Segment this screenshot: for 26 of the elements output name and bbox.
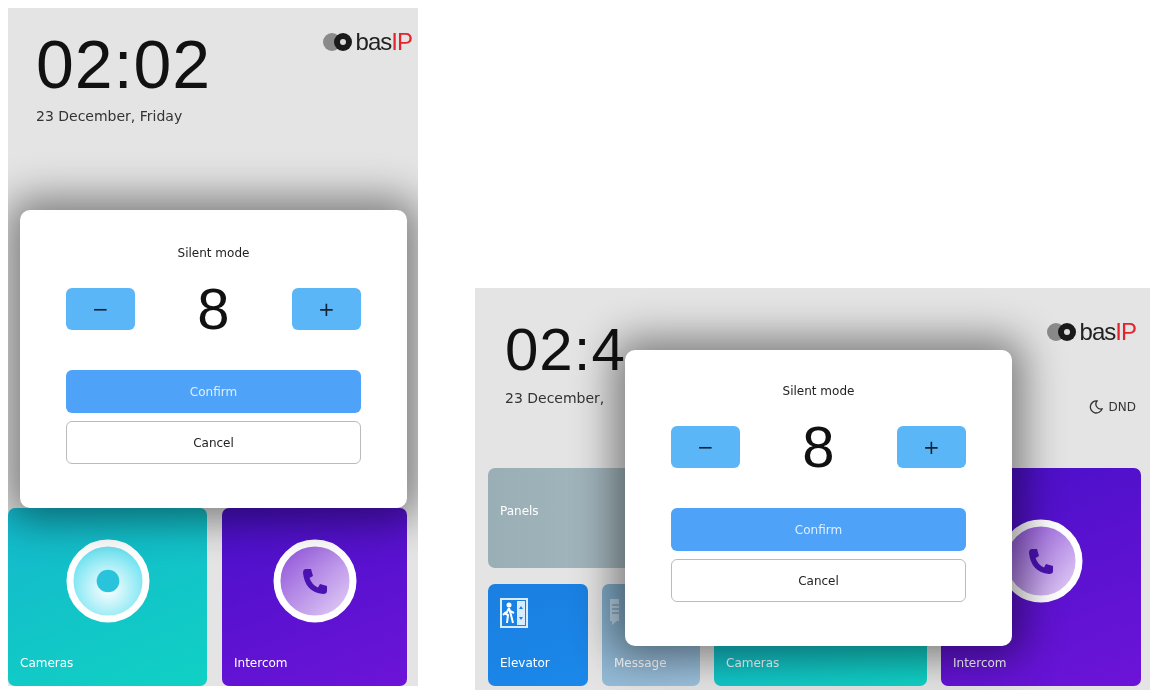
clock-time: 02:02 (36, 30, 212, 98)
logo: basIP (1045, 320, 1136, 344)
logo-icon (321, 32, 354, 52)
increase-button[interactable]: + (292, 288, 361, 330)
logo: basIP (321, 30, 412, 54)
elevator-icon (500, 598, 528, 628)
step-value: 8 (802, 418, 835, 476)
increase-button[interactable]: + (897, 426, 966, 468)
dnd-button[interactable]: DND (1088, 398, 1136, 416)
decrease-button[interactable]: − (671, 426, 740, 468)
dialog-title: Silent mode (782, 383, 855, 400)
cancel-button[interactable]: Cancel (671, 559, 966, 602)
moon-icon (1088, 400, 1103, 414)
message-icon (610, 598, 619, 626)
app-tile[interactable]: Intercom (222, 508, 407, 686)
date-text: 23 December, (505, 389, 605, 408)
date-text: 23 December, Friday (36, 107, 183, 126)
dialog-title: Silent mode (177, 245, 250, 262)
clock-time: 02:4 (505, 320, 626, 380)
app-tile[interactable]: Elevator (488, 584, 588, 686)
logo-icon (1045, 322, 1078, 342)
camera-icon (65, 539, 150, 623)
cancel-button[interactable]: Cancel (66, 421, 361, 464)
step-value: 8 (197, 280, 230, 338)
decrease-button[interactable]: − (66, 288, 135, 330)
phone-icon (272, 539, 357, 623)
